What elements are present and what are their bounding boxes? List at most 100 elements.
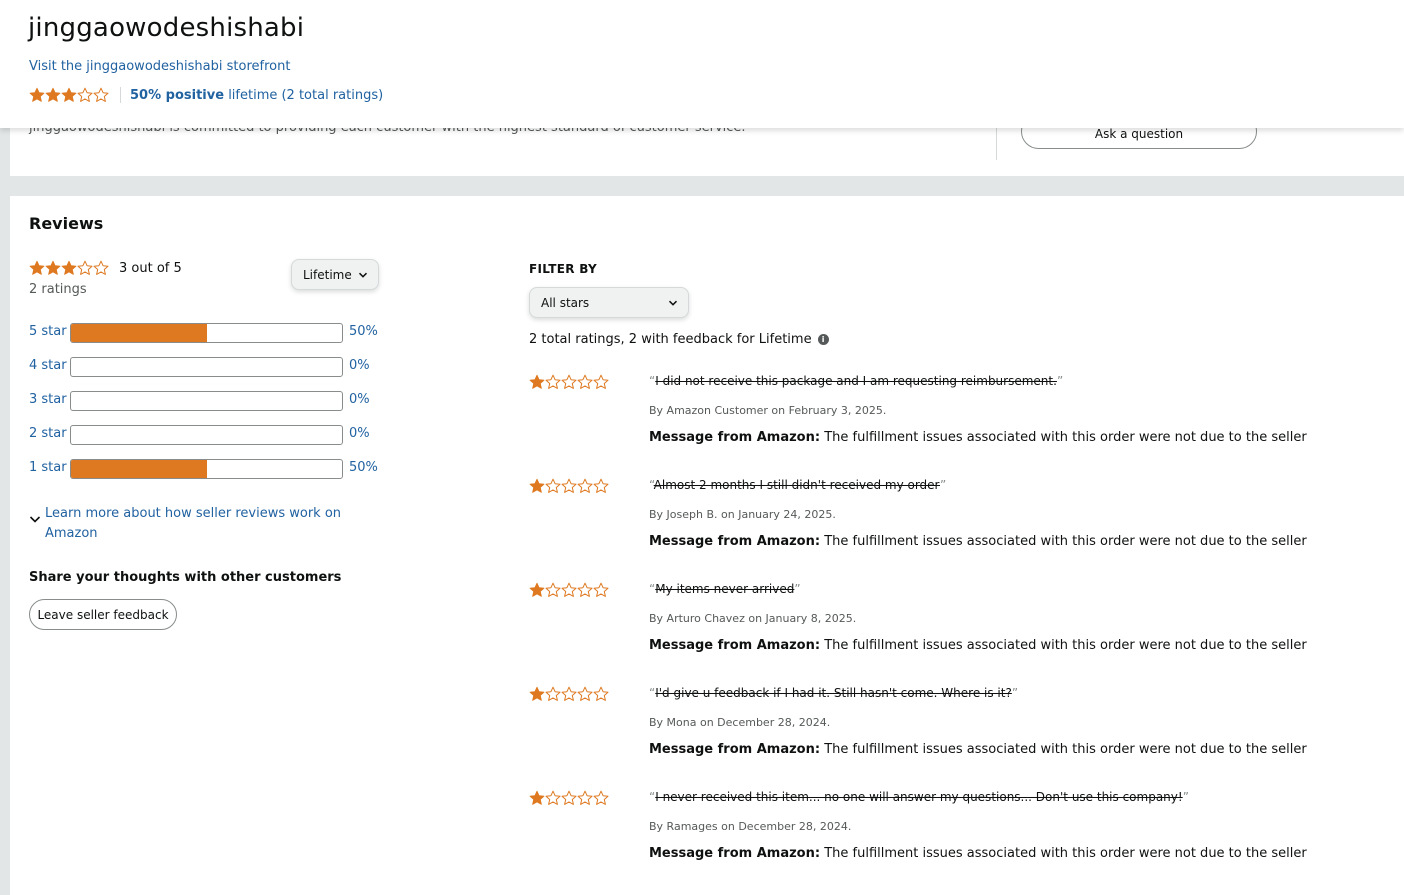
seller-sticky-header: jinggaowodeshishabi Visit the jinggaowod…: [0, 0, 1404, 128]
star-empty-icon: [593, 686, 609, 702]
reviews-title: Reviews: [29, 214, 104, 233]
histogram-row[interactable]: 3 star 0%: [29, 390, 389, 412]
star-filled-icon: [45, 87, 61, 103]
star-empty-icon: [577, 374, 593, 390]
star-empty-icon: [93, 260, 109, 276]
review-amazon-message: Message from Amazon: The fulfillment iss…: [649, 638, 1307, 653]
message-text: The fulfillment issues associated with t…: [824, 638, 1307, 653]
histogram-percent[interactable]: 0%: [349, 392, 370, 407]
message-text: The fulfillment issues associated with t…: [824, 742, 1307, 757]
star-filled-icon: [61, 87, 77, 103]
star-empty-icon: [593, 374, 609, 390]
star-empty-icon: [577, 478, 593, 494]
star-filled-icon: [529, 374, 545, 390]
positive-rating-rest: lifetime (2 total ratings): [228, 87, 384, 103]
chevron-down-icon: [358, 272, 368, 278]
review-byline: By Ramages on December 28, 2024.: [649, 820, 852, 833]
star-filled-icon: [61, 260, 77, 276]
chevron-down-icon: [668, 300, 678, 306]
review-item: “I never received this item... no one wi…: [529, 790, 1389, 880]
histogram-star-label[interactable]: 3 star: [29, 392, 67, 407]
histogram-bar[interactable]: [70, 425, 343, 445]
histogram-bar[interactable]: [70, 459, 343, 479]
star-filled-icon: [529, 686, 545, 702]
review-quote: “Almost 2 months I still didn't received…: [649, 478, 946, 492]
learn-more-link[interactable]: Learn more about how seller reviews work…: [45, 504, 345, 544]
star-empty-icon: [561, 686, 577, 702]
review-text: I never received this item... no one wil…: [655, 790, 1183, 804]
histogram-row[interactable]: 4 star 0%: [29, 356, 389, 378]
positive-rating-link[interactable]: 50% positive lifetime (2 total ratings): [130, 88, 383, 103]
review-item: “I did not receive this package and I am…: [529, 374, 1389, 464]
histogram-row[interactable]: 1 star 50%: [29, 458, 389, 480]
review-text: I did not receive this package and I am …: [655, 374, 1057, 388]
histogram-star-label[interactable]: 2 star: [29, 426, 67, 441]
star-empty-icon: [577, 582, 593, 598]
histogram-percent[interactable]: 0%: [349, 358, 370, 373]
message-label: Message from Amazon:: [649, 430, 821, 445]
average-rating: 3 out of 5: [29, 260, 182, 276]
stars-filter-value: All stars: [541, 295, 590, 310]
star-empty-icon: [593, 582, 609, 598]
review-item: “Almost 2 months I still didn't received…: [529, 478, 1389, 568]
star-empty-icon: [577, 790, 593, 806]
histogram-row[interactable]: 2 star 0%: [29, 424, 389, 446]
message-text: The fulfillment issues associated with t…: [824, 534, 1307, 549]
period-select[interactable]: Lifetime: [291, 259, 379, 290]
star-empty-icon: [77, 260, 93, 276]
review-quote: “I'd give u feedback if I had it. Still …: [649, 686, 1018, 700]
close-quote-icon: ”: [794, 582, 801, 596]
review-amazon-message: Message from Amazon: The fulfillment iss…: [649, 846, 1307, 861]
star-filled-icon: [29, 87, 45, 103]
histogram-bar[interactable]: [70, 357, 343, 377]
histogram-row[interactable]: 5 star 50%: [29, 322, 389, 344]
review-quote: “I did not receive this package and I am…: [649, 374, 1063, 388]
histogram-bar-fill: [71, 324, 207, 342]
leave-feedback-button[interactable]: Leave seller feedback: [29, 599, 177, 630]
review-quote: “My items never arrived”: [649, 582, 801, 596]
review-amazon-message: Message from Amazon: The fulfillment iss…: [649, 534, 1307, 549]
histogram-star-label[interactable]: 1 star: [29, 460, 67, 475]
histogram-bar[interactable]: [70, 391, 343, 411]
histogram-percent[interactable]: 50%: [349, 324, 378, 339]
message-label: Message from Amazon:: [649, 742, 821, 757]
review-star-rating: [529, 582, 609, 598]
histogram-bar[interactable]: [70, 323, 343, 343]
star-empty-icon: [545, 686, 561, 702]
histogram-percent[interactable]: 50%: [349, 460, 378, 475]
storefront-link[interactable]: Visit the jinggaowodeshishabi storefront: [29, 59, 290, 74]
filter-summary: 2 total ratings, 2 with feedback for Lif…: [529, 332, 829, 347]
histogram-percent[interactable]: 0%: [349, 426, 370, 441]
star-empty-icon: [545, 374, 561, 390]
review-star-rating: [529, 790, 609, 806]
stars-filter-select[interactable]: All stars: [529, 287, 689, 318]
histogram-star-label[interactable]: 4 star: [29, 358, 67, 373]
info-icon[interactable]: i: [817, 334, 829, 345]
review-star-rating: [529, 478, 609, 494]
star-empty-icon: [545, 582, 561, 598]
star-empty-icon: [561, 790, 577, 806]
star-filled-icon: [29, 260, 45, 276]
message-text: The fulfillment issues associated with t…: [824, 846, 1307, 861]
star-empty-icon: [93, 87, 109, 103]
learn-more-toggle[interactable]: Learn more about how seller reviews work…: [29, 504, 345, 544]
filter-summary-text: 2 total ratings, 2 with feedback for Lif…: [529, 332, 812, 347]
review-text: Almost 2 months I still didn't received …: [653, 478, 940, 492]
review-star-rating: [529, 374, 609, 390]
message-label: Message from Amazon:: [649, 638, 821, 653]
seller-name: jinggaowodeshishabi: [28, 13, 305, 43]
star-empty-icon: [561, 582, 577, 598]
header-rating: 50% positive lifetime (2 total ratings): [29, 86, 383, 104]
star-empty-icon: [561, 374, 577, 390]
close-quote-icon: ”: [940, 478, 947, 492]
average-rating-text: 3 out of 5: [119, 260, 182, 276]
period-select-value: Lifetime: [303, 267, 352, 282]
review-quote: “I never received this item... no one wi…: [649, 790, 1189, 804]
message-text: The fulfillment issues associated with t…: [824, 430, 1307, 445]
review-byline: By Amazon Customer on February 3, 2025.: [649, 404, 887, 417]
review-byline: By Arturo Chavez on January 8, 2025.: [649, 612, 857, 625]
star-empty-icon: [77, 87, 93, 103]
star-empty-icon: [593, 478, 609, 494]
histogram-star-label[interactable]: 5 star: [29, 324, 67, 339]
star-empty-icon: [561, 478, 577, 494]
